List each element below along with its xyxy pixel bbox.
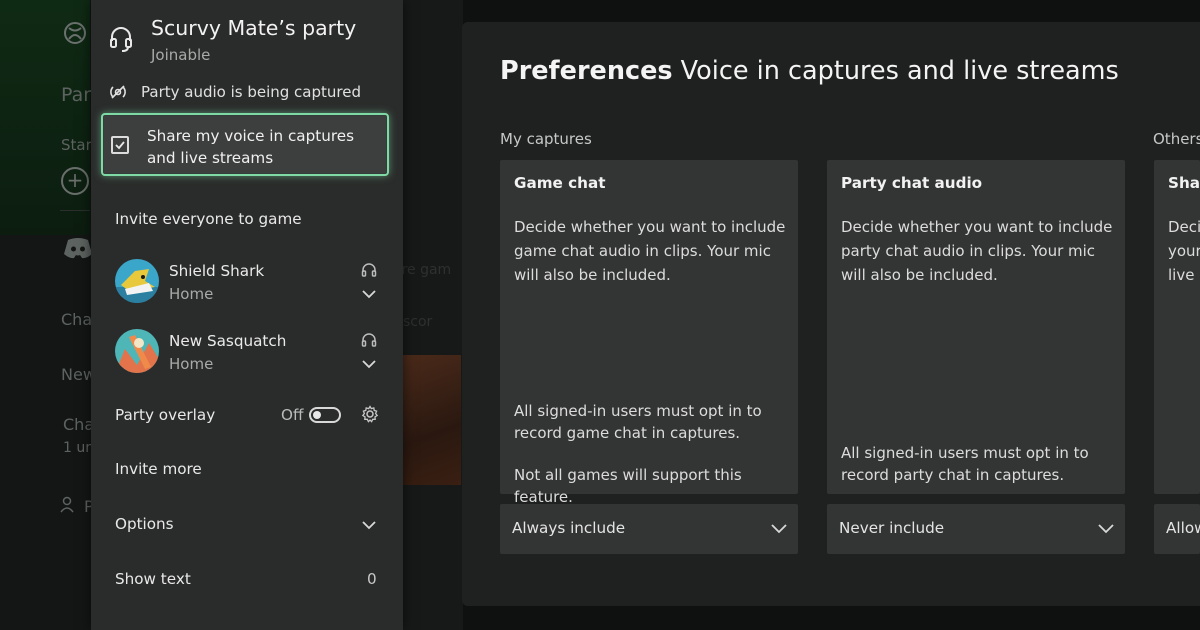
card-note: All signed-in users must opt in to recor…	[514, 402, 762, 442]
avatar	[115, 259, 159, 303]
invite-everyone-button[interactable]: Invite everyone to game	[91, 200, 403, 240]
member-location: Home	[169, 355, 214, 373]
capture-notice: Party audio is being captured	[109, 82, 389, 104]
divider	[60, 210, 90, 211]
share-select[interactable]: Allow	[1154, 504, 1200, 554]
card-description: Decide whether you want to include game …	[514, 218, 786, 284]
background-text: 1 ur	[63, 440, 91, 456]
game-chat-card: Game chat Decide whether you want to inc…	[500, 160, 798, 506]
select-value: Never include	[839, 519, 945, 537]
party-member[interactable]: New Sasquatch Home	[91, 322, 403, 382]
avatar	[115, 329, 159, 373]
select-value: Allow	[1166, 519, 1200, 537]
headset-status-icon	[361, 333, 377, 347]
checkbox[interactable]	[111, 136, 129, 154]
toggle-knob	[313, 411, 321, 419]
options-label: Options	[115, 515, 174, 533]
page-title-rest: Voice in captures and live streams	[680, 56, 1119, 86]
party-chat-audio-select[interactable]: Never include	[827, 504, 1125, 554]
page-title-bold: Preferences	[500, 56, 673, 86]
game-thumbnail	[403, 355, 461, 485]
member-location: Home	[169, 285, 214, 303]
member-name: New Sasquatch	[169, 332, 287, 350]
page-title: Preferences Voice in captures and live s…	[500, 56, 1119, 86]
card-title: Party chat audio	[841, 174, 983, 192]
party-title: Scurvy Mate’s party	[151, 16, 357, 40]
background-text: scor	[403, 314, 433, 330]
card-description-line: your	[1168, 242, 1200, 260]
checkmark-icon	[115, 141, 125, 150]
card-note: All signed-in users must opt in to recor…	[841, 444, 1089, 484]
card-description: Deci your live s	[1168, 215, 1200, 287]
invite-more-button[interactable]: Invite more	[91, 450, 403, 490]
background-text: Par	[61, 84, 92, 106]
xbox-logo-icon	[64, 22, 86, 44]
card-title: Game chat	[514, 174, 606, 192]
chevron-down-icon	[1098, 524, 1114, 534]
party-overlay-row: Party overlay Off	[91, 396, 403, 436]
people-icon	[60, 496, 74, 513]
party-status: Joinable	[151, 46, 211, 64]
card-description-line: Deci	[1168, 218, 1200, 236]
chevron-down-icon[interactable]	[362, 359, 376, 369]
chevron-down-icon[interactable]	[362, 289, 376, 299]
card-note: Not all games will support this feature.	[514, 466, 742, 506]
party-header: Scurvy Mate’s party Joinable	[91, 0, 403, 72]
share-voice-label: Share my voice in captures and live stre…	[147, 127, 355, 167]
chevron-down-icon	[362, 521, 376, 530]
background-strip: are gam scor	[393, 0, 463, 630]
card-description: Decide whether you want to include party…	[841, 218, 1113, 284]
select-value: Always include	[512, 519, 626, 537]
invite-more-label: Invite more	[115, 460, 202, 478]
headset-status-icon	[361, 263, 377, 277]
card-title: Shar	[1168, 174, 1200, 192]
game-chat-select[interactable]: Always include	[500, 504, 798, 554]
card-description-line: live s	[1168, 266, 1200, 284]
party-overlay-label: Party overlay	[115, 406, 216, 424]
show-text-label: Show text	[115, 570, 191, 588]
capture-notice-text: Party audio is being captured	[141, 83, 361, 101]
gear-icon[interactable]	[361, 405, 379, 423]
broadcast-icon	[110, 85, 126, 99]
share-card: Shar Deci your live s	[1154, 160, 1200, 494]
show-text-count: 0	[367, 570, 377, 588]
preferences-panel: Preferences Voice in captures and live s…	[462, 22, 1200, 606]
member-name: Shield Shark	[169, 262, 265, 280]
invite-everyone-label: Invite everyone to game	[115, 210, 302, 228]
others-label: Others	[1153, 130, 1200, 148]
share-voice-toggle[interactable]: Share my voice in captures and live stre…	[101, 113, 389, 176]
party-overlay-state: Off	[281, 406, 304, 424]
add-circle-icon: +	[61, 167, 89, 195]
discord-icon	[64, 238, 92, 259]
party-panel: Scurvy Mate’s party Joinable Party audio…	[91, 0, 403, 630]
options-button[interactable]: Options	[91, 505, 403, 545]
party-overlay-toggle[interactable]	[309, 407, 341, 423]
party-member[interactable]: Shield Shark Home	[91, 252, 403, 312]
party-chat-audio-card: Party chat audio Decide whether you want…	[827, 160, 1125, 494]
show-text-button[interactable]: Show text 0	[91, 560, 403, 600]
headset-icon	[110, 27, 132, 52]
my-captures-label: My captures	[500, 130, 592, 148]
background-text: Cha	[63, 415, 95, 434]
chevron-down-icon	[771, 524, 787, 534]
